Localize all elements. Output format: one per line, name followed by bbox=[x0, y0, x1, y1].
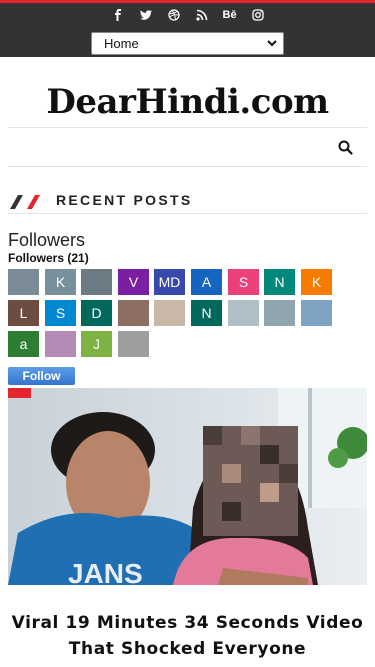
follower-avatar[interactable] bbox=[118, 331, 149, 357]
recent-posts-header: RECENT POSTS bbox=[8, 190, 367, 214]
twitter-icon[interactable] bbox=[139, 8, 153, 22]
divider bbox=[8, 166, 367, 167]
follower-avatar[interactable] bbox=[118, 300, 149, 326]
site-logo[interactable]: DearHindi.com bbox=[0, 82, 375, 122]
dribbble-icon[interactable] bbox=[167, 8, 181, 22]
follower-avatar[interactable]: K bbox=[301, 269, 332, 295]
search-icon[interactable] bbox=[338, 140, 353, 155]
followers-count: Followers (21) bbox=[8, 251, 89, 265]
follower-avatar[interactable] bbox=[228, 300, 259, 326]
follower-avatar[interactable]: S bbox=[228, 269, 259, 295]
follower-avatar[interactable] bbox=[301, 300, 332, 326]
follower-avatar[interactable]: K bbox=[45, 269, 76, 295]
featured-post-headline[interactable]: Viral 19 Minutes 34 Seconds Video That S… bbox=[8, 610, 367, 662]
follower-avatar[interactable]: V bbox=[118, 269, 149, 295]
top-bar: Bē Home bbox=[0, 0, 375, 57]
follower-avatar[interactable] bbox=[45, 331, 76, 357]
featured-post-image[interactable]: JANS bbox=[8, 388, 367, 585]
follow-button[interactable]: Follow bbox=[8, 367, 75, 385]
facebook-icon[interactable] bbox=[111, 8, 125, 22]
social-links: Bē bbox=[0, 8, 375, 22]
follower-avatar[interactable] bbox=[8, 269, 39, 295]
follower-avatar[interactable]: J bbox=[81, 331, 112, 357]
follower-avatar[interactable]: S bbox=[45, 300, 76, 326]
follower-avatar[interactable] bbox=[264, 300, 295, 326]
follower-avatar[interactable]: N bbox=[264, 269, 295, 295]
featured-photo: JANS bbox=[8, 388, 367, 585]
follower-avatar[interactable]: A bbox=[191, 269, 222, 295]
shirt-print: JANS bbox=[68, 558, 143, 585]
divider bbox=[8, 127, 367, 128]
chevron-down-icon bbox=[267, 40, 277, 47]
follower-avatar[interactable] bbox=[81, 269, 112, 295]
category-tag[interactable] bbox=[8, 388, 31, 398]
behance-icon[interactable]: Bē bbox=[223, 8, 237, 22]
recent-posts-heading: RECENT POSTS bbox=[56, 192, 193, 208]
followers-widget-title: Followers bbox=[8, 230, 86, 250]
follower-avatar[interactable]: a bbox=[8, 331, 39, 357]
rss-icon[interactable] bbox=[195, 8, 209, 22]
navigation-menu-select[interactable]: Home bbox=[91, 32, 284, 55]
follower-avatar[interactable] bbox=[154, 300, 185, 326]
follower-avatar[interactable]: L bbox=[8, 300, 39, 326]
follower-avatar[interactable]: N bbox=[191, 300, 222, 326]
instagram-icon[interactable] bbox=[251, 8, 265, 22]
slash-decoration-icon bbox=[10, 195, 40, 209]
follower-avatar[interactable]: D bbox=[81, 300, 112, 326]
menu-selected-value: Home bbox=[104, 36, 139, 51]
follower-avatar[interactable]: MD bbox=[154, 269, 185, 295]
